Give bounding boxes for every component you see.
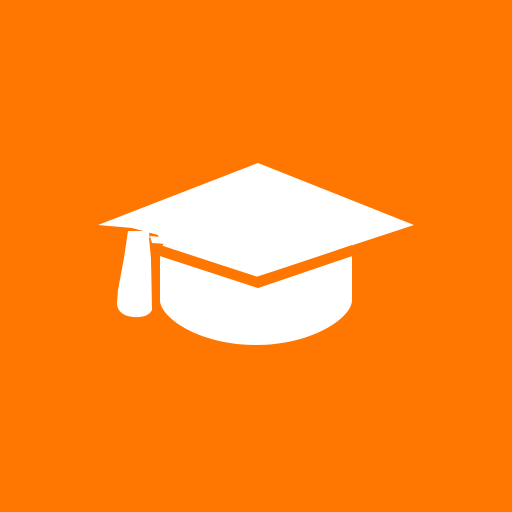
app-icon-tile	[0, 0, 512, 512]
graduation-cap-icon	[0, 0, 512, 512]
